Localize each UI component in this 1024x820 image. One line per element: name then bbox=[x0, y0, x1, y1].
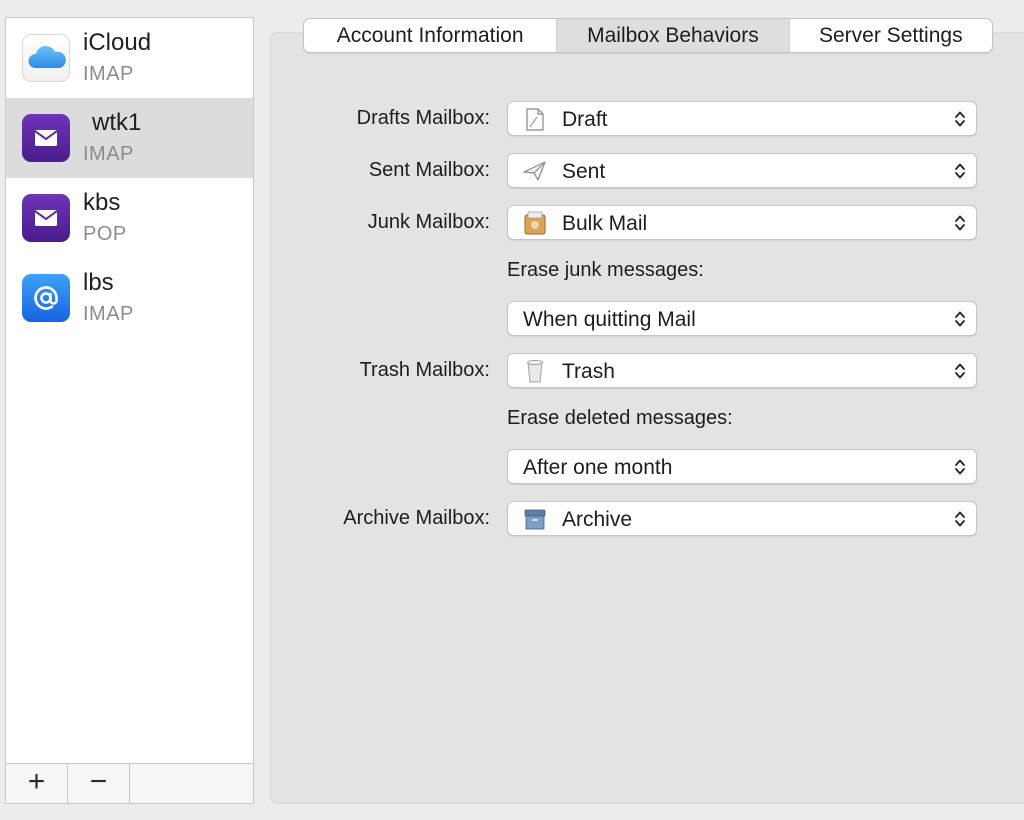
account-item-lbs[interactable]: lbs IMAP bbox=[6, 258, 253, 338]
chevron-updown-icon bbox=[955, 363, 965, 379]
archive-mailbox-value: Archive bbox=[562, 508, 633, 531]
account-name: iCloud bbox=[83, 29, 152, 56]
trash-mailbox-popup[interactable]: Trash bbox=[507, 353, 977, 388]
remove-account-button[interactable]: − bbox=[68, 764, 130, 803]
sent-mailbox-value: Sent bbox=[562, 160, 606, 183]
account-type: IMAP bbox=[83, 143, 134, 165]
archive-mailbox-popup[interactable]: Archive bbox=[507, 501, 977, 536]
tab-account-information[interactable]: Account Information bbox=[304, 19, 558, 52]
sent-mailbox-popup[interactable]: Sent bbox=[507, 153, 977, 188]
account-name: lbs bbox=[83, 269, 114, 296]
icloud-icon bbox=[22, 34, 70, 82]
account-name: kbs bbox=[83, 189, 121, 216]
chevron-updown-icon bbox=[955, 163, 965, 179]
drafts-mailbox-popup[interactable]: Draft bbox=[507, 101, 977, 136]
draft-document-icon bbox=[522, 107, 548, 131]
account-type: IMAP bbox=[83, 303, 134, 325]
account-item-wtk1[interactable]: wtk1 IMAP bbox=[6, 98, 253, 178]
chevron-updown-icon bbox=[955, 111, 965, 127]
trash-can-icon bbox=[522, 359, 548, 383]
account-item-icloud[interactable]: iCloud IMAP bbox=[6, 18, 253, 98]
trash-mailbox-value: Trash bbox=[562, 360, 615, 383]
paper-plane-icon bbox=[522, 159, 548, 183]
preferences-tab-bar: Account Information Mailbox Behaviors Se… bbox=[303, 18, 993, 53]
erase-deleted-value: After one month bbox=[523, 456, 673, 479]
envelope-icon bbox=[22, 114, 70, 162]
account-type: IMAP bbox=[83, 63, 134, 85]
erase-junk-label: Erase junk messages: bbox=[507, 259, 704, 281]
erase-deleted-popup[interactable]: After one month bbox=[507, 449, 977, 484]
account-name: wtk1 bbox=[92, 109, 142, 136]
chevron-updown-icon bbox=[955, 311, 965, 327]
accounts-sidebar: iCloud IMAP wtk1 IMAP kbs POP lbs IMAP +… bbox=[5, 17, 254, 804]
at-sign-icon bbox=[22, 274, 70, 322]
account-type: POP bbox=[83, 223, 127, 245]
tab-mailbox-behaviors[interactable]: Mailbox Behaviors bbox=[557, 19, 790, 52]
sent-mailbox-label: Sent Mailbox: bbox=[368, 159, 490, 181]
chevron-updown-icon bbox=[955, 511, 965, 527]
junk-mailbox-popup[interactable]: Bulk Mail bbox=[507, 205, 977, 240]
trash-mailbox-label: Trash Mailbox: bbox=[359, 359, 490, 381]
add-account-button[interactable]: + bbox=[6, 764, 68, 803]
junk-mailbox-value: Bulk Mail bbox=[562, 212, 648, 235]
erase-junk-popup[interactable]: When quitting Mail bbox=[507, 301, 977, 336]
archive-box-icon bbox=[522, 507, 548, 531]
chevron-updown-icon bbox=[955, 459, 965, 475]
archive-mailbox-label: Archive Mailbox: bbox=[343, 507, 490, 529]
erase-deleted-label: Erase deleted messages: bbox=[507, 407, 733, 429]
erase-junk-value: When quitting Mail bbox=[523, 308, 696, 331]
drafts-mailbox-value: Draft bbox=[562, 108, 608, 131]
sidebar-footer: + − bbox=[6, 763, 253, 803]
account-item-kbs[interactable]: kbs POP bbox=[6, 178, 253, 258]
junk-mailbox-label: Junk Mailbox: bbox=[367, 211, 490, 233]
envelope-icon bbox=[22, 194, 70, 242]
drafts-mailbox-label: Drafts Mailbox: bbox=[356, 107, 490, 129]
tab-server-settings[interactable]: Server Settings bbox=[790, 19, 992, 52]
chevron-updown-icon bbox=[955, 215, 965, 231]
junk-box-icon bbox=[522, 211, 548, 235]
